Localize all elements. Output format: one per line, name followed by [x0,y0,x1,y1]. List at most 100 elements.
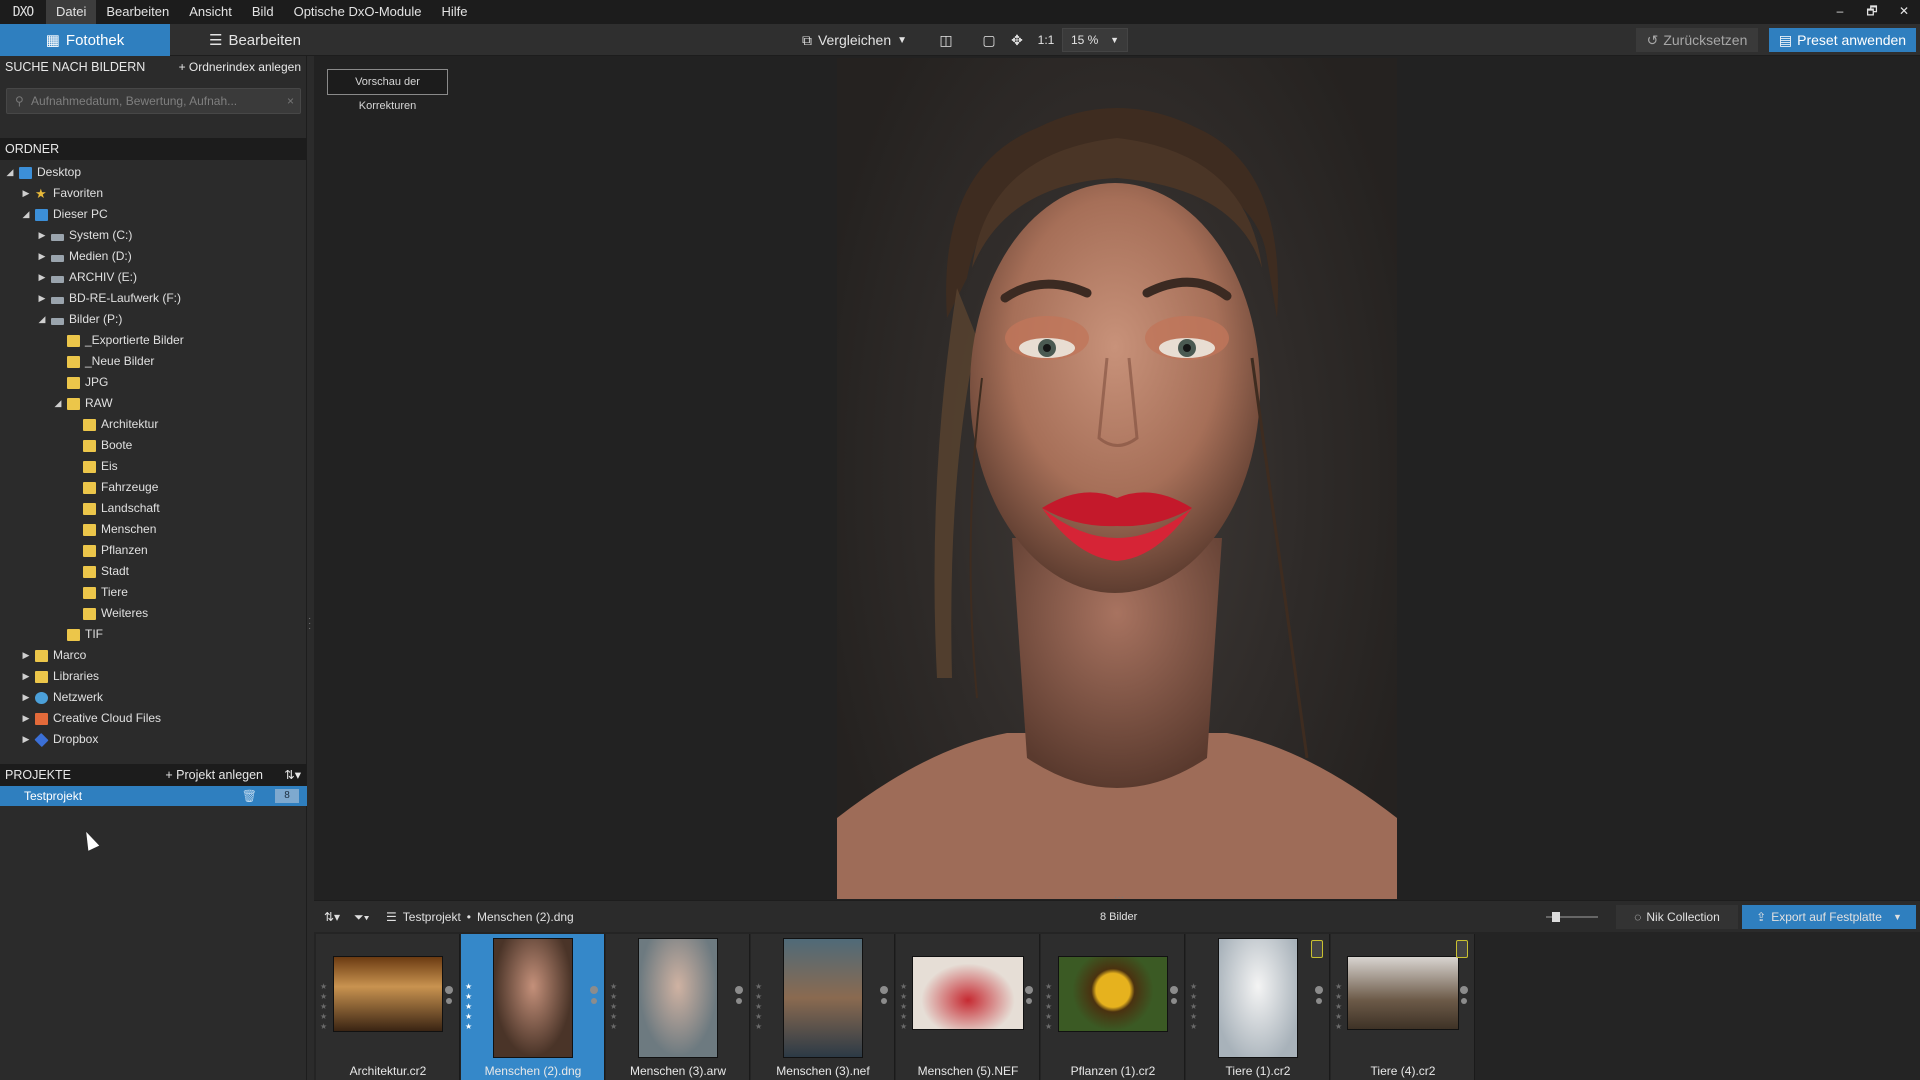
folder-tree-item[interactable]: TIF [52,624,103,645]
filmstrip-thumbnail[interactable]: ★ ★ ★ ★ ★ Menschen (3).nef [751,934,895,1080]
nik-collection-button[interactable]: ◌ Nik Collection [1616,905,1738,929]
chevron-right-icon[interactable]: ▶ [36,246,48,267]
folder-tree-item[interactable]: ◢ Bilder (P:) [36,309,123,330]
chevron-right-icon[interactable]: ▶ [36,267,48,288]
rating-stars[interactable]: ★ ★ ★ ★ ★ [465,982,473,1032]
rating-stars[interactable]: ★ ★ ★ ★ ★ [1335,982,1343,1032]
rating-stars[interactable]: ★ ★ ★ ★ ★ [1190,982,1198,1032]
folder-tree-item[interactable]: ▶ BD-RE-Laufwerk (F:) [36,288,181,309]
export-to-disk-button[interactable]: ⇪ Export auf Festplatte ▼ [1742,905,1916,929]
chevron-down-icon[interactable]: ▼ [897,35,907,46]
chevron-right-icon[interactable]: ▶ [36,225,48,246]
filmstrip-thumbnail[interactable]: ★ ★ ★ ★ ★ Architektur.cr2 [316,934,460,1080]
reset-button[interactable]: ↺ Zurücksetzen [1636,28,1758,52]
folder-tree-item[interactable]: Landschaft [68,498,160,519]
rating-stars[interactable]: ★ ★ ★ ★ ★ [755,982,763,1032]
chevron-down-icon[interactable]: ◢ [36,309,48,330]
filmstrip-thumbnail[interactable]: ★ ★ ★ ★ ★ Menschen (5).NEF [896,934,1040,1080]
menu-bearbeiten[interactable]: Bearbeiten [96,0,179,24]
sort-icon[interactable]: ⇅▾ [284,764,301,786]
rating-stars[interactable]: ★ ★ ★ ★ ★ [610,982,618,1032]
restore-icon[interactable]: 🗗 [1856,0,1888,24]
menu-ansicht[interactable]: Ansicht [179,0,242,24]
folder-tree-item[interactable]: Tiere [68,582,128,603]
filmstrip-thumbnail[interactable]: ★ ★ ★ ★ ★ Pflanzen (1).cr2 [1041,934,1185,1080]
chevron-right-icon[interactable]: ▶ [20,666,32,687]
main-photo[interactable] [837,58,1397,899]
menu-optische-module[interactable]: Optische DxO-Module [284,0,432,24]
rating-stars[interactable]: ★ ★ ★ ★ ★ [1045,982,1053,1032]
chevron-right-icon[interactable]: ▶ [20,708,32,729]
folder-tree-item[interactable]: Pflanzen [68,540,148,561]
folder-tree-item[interactable]: JPG [52,372,108,393]
chevron-right-icon[interactable]: ▶ [20,729,32,750]
chevron-down-icon[interactable]: ◢ [4,162,16,183]
compare-button[interactable]: ⧉ Vergleichen ▼ [787,28,922,52]
folder-tree-item[interactable]: ▶ ★ Favoriten [20,183,104,204]
one-to-one-button[interactable]: 1:1 [1034,28,1058,52]
chevron-down-icon[interactable]: ◢ [52,393,64,414]
preview-corrections-button[interactable]: Vorschau der Korrekturen [327,69,448,112]
trash-icon[interactable]: 🗑 [242,786,257,806]
breadcrumb-project[interactable]: Testprojekt [403,910,461,924]
folder-tree-item[interactable]: ◢ RAW [52,393,113,414]
folder-tree-item[interactable]: ▶ ARCHIV (E:) [36,267,137,288]
tab-bearbeiten[interactable]: ☰ Bearbeiten [170,24,340,56]
panel-splitter[interactable]: · · · [308,614,311,634]
folder-tree-item[interactable]: ▶ System (C:) [36,225,133,246]
rating-stars[interactable]: ★ ★ ★ ★ ★ [320,982,328,1032]
sort-icon[interactable]: ⇅▾ [324,901,340,933]
filmstrip-thumbnail[interactable]: ★ ★ ★ ★ ★ Tiere (1).cr2 [1186,934,1330,1080]
clear-icon[interactable]: × [287,89,294,113]
chevron-right-icon[interactable]: ▶ [20,687,32,708]
chevron-right-icon[interactable]: ▶ [20,645,32,666]
minimize-icon[interactable]: ‒ [1824,0,1856,24]
rating-stars[interactable]: ★ ★ ★ ★ ★ [900,982,908,1032]
folder-tree-item[interactable]: Eis [68,456,118,477]
chevron-down-icon[interactable]: ◢ [20,204,32,225]
split-view-icon[interactable]: ◫ [935,28,957,52]
folder-tree-item[interactable]: ▶ Netzwerk [20,687,103,708]
folder-tree-item[interactable]: ▶ Marco [20,645,87,666]
create-project-button[interactable]: + Projekt anlegen [165,764,263,786]
chevron-down-icon[interactable]: ▼ [1893,912,1902,922]
folder-tree-label: Medien (D:) [69,249,132,263]
menu-datei[interactable]: Datei [46,0,97,24]
folder-tree-item[interactable]: Weiteres [68,603,148,624]
image-search-input[interactable]: ⚲ Aufnahmedatum, Bewertung, Aufnah... × [6,88,301,114]
menu-bild[interactable]: Bild [242,0,284,24]
folder-tree-item[interactable]: ▶ Medien (D:) [36,246,132,267]
folder-tree-label: Weiteres [101,606,149,620]
zoom-select[interactable]: 15 % ▼ [1062,28,1128,52]
viewer-resize-handle[interactable]: ··· [316,892,1920,903]
folder-tree-item[interactable]: Fahrzeuge [68,477,158,498]
create-folder-index-button[interactable]: + Ordnerindex anlegen [179,56,301,78]
folder-tree-item[interactable]: _Neue Bilder [52,351,154,372]
projects-header: PROJEKTE + Projekt anlegen ⇅▾ [0,764,307,786]
list-icon: ☰ [386,910,397,924]
crop-icon[interactable]: ▢ [978,28,1000,52]
filmstrip-thumbnail[interactable]: ★ ★ ★ ★ ★ Menschen (2).dng [461,934,605,1080]
chevron-right-icon[interactable]: ▶ [36,288,48,309]
apply-preset-button[interactable]: ▤ Preset anwenden [1769,28,1916,52]
move-icon[interactable]: ✥ [1006,28,1028,52]
filter-icon[interactable]: ⏷▾ [354,901,369,933]
thumbnail-size-slider[interactable] [1546,901,1598,933]
folder-tree-item[interactable]: Menschen [68,519,156,540]
close-icon[interactable]: ✕ [1888,0,1920,24]
folder-tree-item[interactable]: Stadt [68,561,129,582]
folder-tree-item[interactable]: ▶ Dropbox [20,729,98,750]
folder-tree-item[interactable]: Architektur [68,414,158,435]
folder-tree-item[interactable]: _Exportierte Bilder [52,330,184,351]
folder-tree-item[interactable]: ▶ Libraries [20,666,100,687]
folder-tree-item[interactable]: ◢ Dieser PC [20,204,108,225]
folder-tree-item[interactable]: Boote [68,435,132,456]
project-item[interactable]: Testprojekt 🗑 8 [0,786,307,806]
filmstrip-thumbnail[interactable]: ★ ★ ★ ★ ★ Tiere (4).cr2 [1331,934,1475,1080]
tab-fotothek[interactable]: ▦ Fotothek [0,24,170,56]
chevron-right-icon[interactable]: ▶ [20,183,32,204]
folder-tree-item[interactable]: ▶ Creative Cloud Files [20,708,162,729]
folder-tree-item[interactable]: ◢ Desktop [4,162,82,183]
filmstrip-thumbnail[interactable]: ★ ★ ★ ★ ★ Menschen (3).arw [606,934,750,1080]
menu-hilfe[interactable]: Hilfe [431,0,477,24]
